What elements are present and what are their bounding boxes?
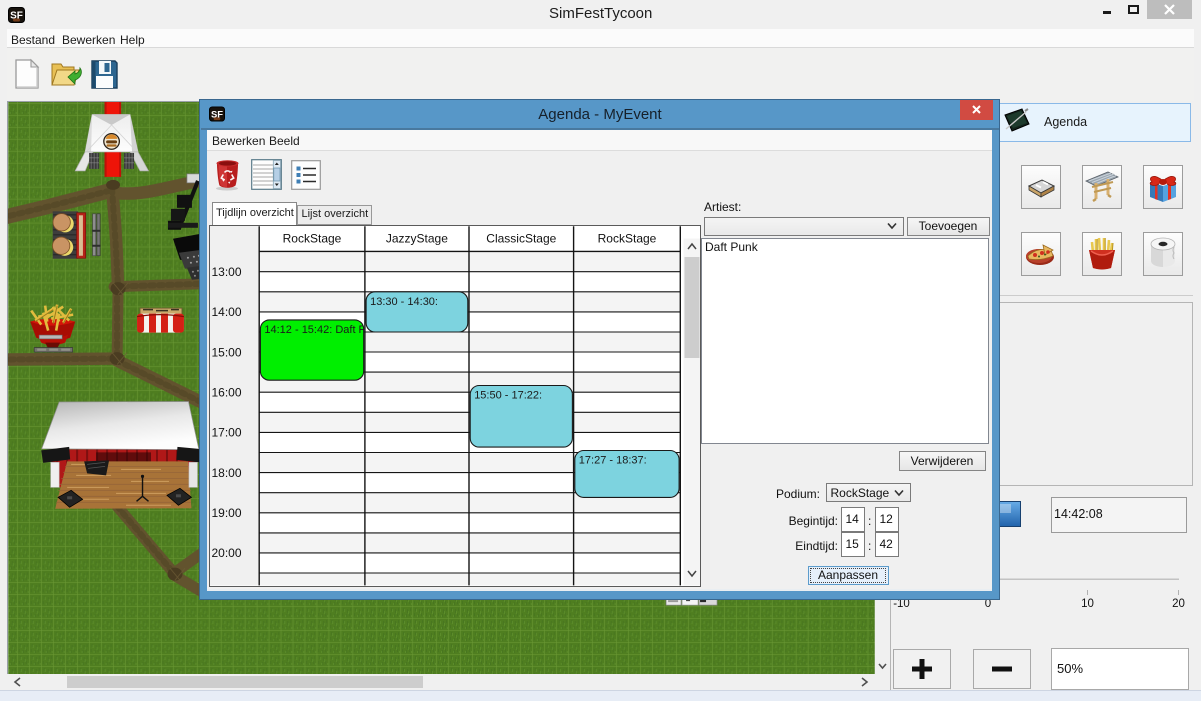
svg-text:SF: SF — [10, 11, 23, 22]
svg-text:SF: SF — [211, 108, 223, 119]
